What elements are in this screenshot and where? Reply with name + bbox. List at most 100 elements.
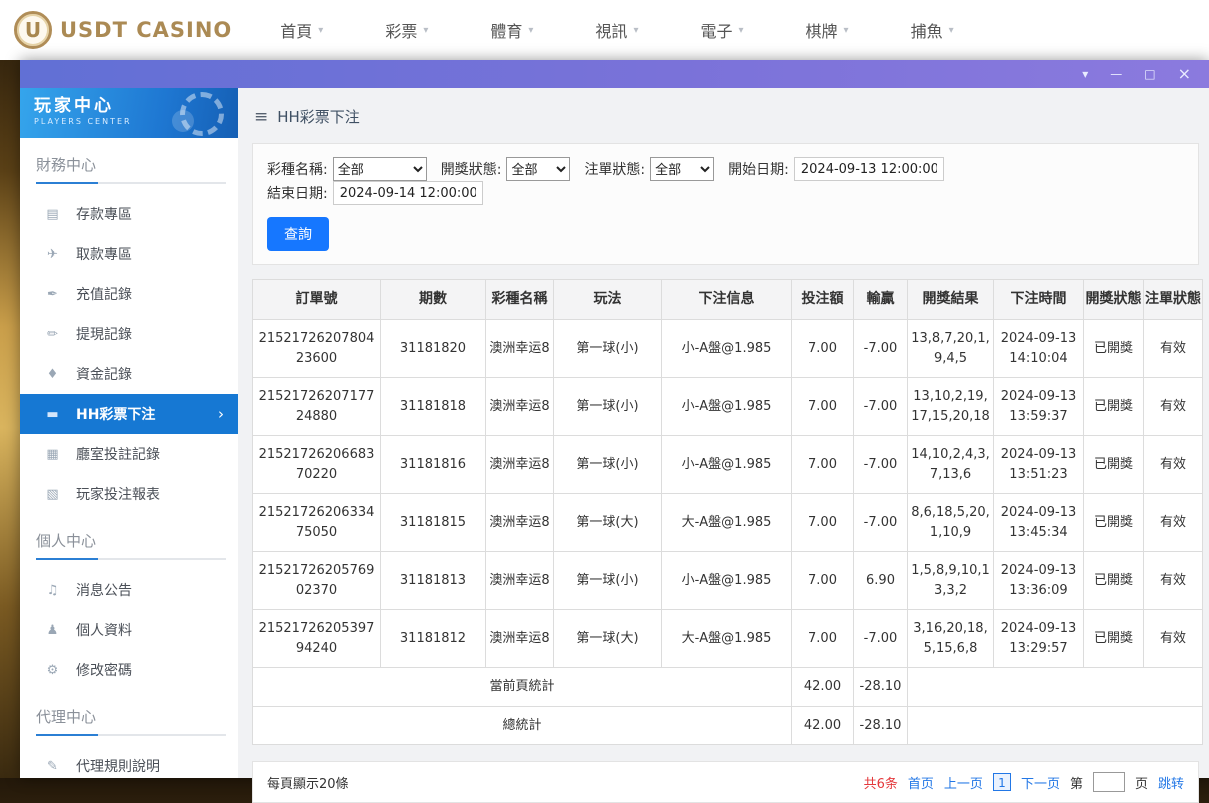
nav-item-home[interactable]: 首頁 ▾ [280,18,323,42]
main-content: ≡ HH彩票下注 彩種名稱: 全部 開獎狀態: 全部 [238,88,1209,778]
sidebar-item-room-bet-record[interactable]: ▦ 廳室投註記錄 [20,434,238,474]
lottery-name-select[interactable]: 全部 [333,157,427,181]
sidebar-item-label: 提現記錄 [76,324,132,344]
nav-item-fishing[interactable]: 捕魚 ▾ [911,18,954,42]
sidebar-item-label: 取款專區 [76,244,132,264]
nav-item-label: 彩票 [385,18,417,42]
summary-winloss-total: -28.10 [854,706,908,745]
lottery-name-label: 彩種名稱: [267,159,328,179]
withdraw-icon: ✈ [44,247,61,262]
sidebar-item-deposit[interactable]: ▤ 存款專區 [20,194,238,234]
sidebar-item-hh-lottery-bet[interactable]: ▬ HH彩票下注 › [20,394,238,434]
page-jump-input[interactable] [1093,772,1125,792]
chevron-down-icon: ▾ [738,25,743,36]
players-center-window: ▾ — □ × 玩家中心 PLAYERS CENTER 財務中心 ▤ 存款專區 … [20,60,1209,778]
sidebar-item-label: 充值記錄 [76,284,132,304]
sidebar-item-label: 玩家投注報表 [76,484,160,504]
table-cell: 澳洲幸运8 [486,378,554,436]
order-status-select[interactable]: 全部 [650,157,714,181]
table-cell: 2024-09-13 13:29:57 [994,610,1084,668]
table-cell: 2024-09-13 13:51:23 [994,436,1084,494]
sidebar-item-player-report[interactable]: ▧ 玩家投注報表 [20,474,238,514]
page-size-text: 每頁顯示20條 [267,773,349,792]
nav-item-label: 捕魚 [911,18,943,42]
notice-bell-icon: ♫ [44,583,61,598]
logo[interactable]: U USDT CASINO [0,11,232,49]
gear-icon: ⚙ [44,663,61,678]
sidebar-item-label: 代理規則說明 [76,756,160,776]
table-cell: 2024-09-13 14:10:04 [994,320,1084,378]
table-cell: 澳洲幸运8 [486,436,554,494]
table-cell: 小-A盤@1.985 [662,320,792,378]
table-cell: 3,16,20,18,5,15,6,8 [908,610,994,668]
table-cell: 第一球(小) [554,552,662,610]
jump-link[interactable]: 跳转 [1158,773,1184,792]
start-date-input[interactable] [794,157,944,181]
table-row: 215217262053979424031181812澳洲幸运8第一球(大)大-… [253,610,1203,668]
sidebar-item-change-password[interactable]: ⚙ 修改密碼 [20,650,238,690]
close-icon[interactable]: × [1178,66,1191,82]
sidebar-item-label: HH彩票下注 [76,404,155,424]
sidebar-item-withdraw[interactable]: ✈ 取款專區 [20,234,238,274]
nav-item-label: 首頁 [280,18,312,42]
sidebar-item-recharge-record[interactable]: ✒ 充值記錄 [20,274,238,314]
minimize-icon[interactable]: — [1110,68,1122,80]
table-cell: -7.00 [854,610,908,668]
sidebar-item-withdrawal-record[interactable]: ✏ 提現記錄 [20,314,238,354]
nav-item-sports[interactable]: 體育 ▾ [490,18,533,42]
prev-page-link[interactable]: 上一页 [944,773,983,792]
chevron-down-icon: ▾ [949,25,954,36]
draw-status-label: 開獎狀態: [441,159,502,179]
nav-item-lottery[interactable]: 彩票 ▾ [385,18,428,42]
summary-winloss-total: -28.10 [854,668,908,707]
sidebar-item-label: 廳室投註記錄 [76,444,160,464]
table-cell: 已開獎 [1084,320,1144,378]
chevron-down-icon: ▾ [318,25,323,36]
column-header-order-no: 訂單號 [253,280,381,320]
nav-item-video[interactable]: 視訊 ▾ [595,18,638,42]
table-cell: 小-A盤@1.985 [662,378,792,436]
menu-toggle-icon[interactable]: ≡ [254,107,268,127]
collapse-icon[interactable]: ▾ [1082,68,1088,80]
nav-item-electronic[interactable]: 電子 ▾ [700,18,743,42]
current-page-button[interactable]: 1 [993,773,1011,791]
table-cell: 6.90 [854,552,908,610]
room-bet-record-icon: ▦ [44,447,61,462]
table-cell: 已開獎 [1084,436,1144,494]
column-header-bet-time: 下注時間 [994,280,1084,320]
table-cell: 2152172620668370220 [253,436,381,494]
end-date-input[interactable] [333,181,483,205]
search-button[interactable]: 查詢 [267,217,329,251]
jump-prefix-text: 第 [1070,773,1083,792]
table-cell: 有效 [1144,494,1203,552]
table-cell: 第一球(大) [554,610,662,668]
finance-menu: ▤ 存款專區 ✈ 取款專區 ✒ 充值記錄 ✏ 提現記錄 ♦ 資金記錄 [20,186,238,514]
table-cell: 2152172620539794240 [253,610,381,668]
table-cell: 31181812 [381,610,486,668]
table-cell: -7.00 [854,494,908,552]
table-cell: 第一球(大) [554,494,662,552]
nav-menu: 首頁 ▾ 彩票 ▾ 體育 ▾ 視訊 ▾ 電子 ▾ 棋牌 ▾ 捕魚 ▾ [280,18,953,42]
table-cell: 大-A盤@1.985 [662,610,792,668]
maximize-icon[interactable]: □ [1144,68,1155,80]
table-cell: 8,6,18,5,20,1,10,9 [908,494,994,552]
table-cell: 第一球(小) [554,378,662,436]
table-cell: 澳洲幸运8 [486,494,554,552]
column-header-period: 期數 [381,280,486,320]
nav-item-label: 棋牌 [806,18,838,42]
draw-status-select[interactable]: 全部 [506,157,570,181]
sidebar-item-notice[interactable]: ♫ 消息公告 [20,570,238,610]
lottery-bet-icon: ▬ [44,407,61,422]
nav-item-board-games[interactable]: 棋牌 ▾ [806,18,849,42]
column-header-lottery-name: 彩種名稱 [486,280,554,320]
table-cell: 2152172620717724880 [253,378,381,436]
next-page-link[interactable]: 下一页 [1021,773,1060,792]
table-cell: 有效 [1144,378,1203,436]
column-header-bet-amount: 投注額 [792,280,854,320]
sidebar-section-finance: 財務中心 [36,154,226,184]
sidebar-item-agent-rules[interactable]: ✎ 代理規則說明 [20,746,238,778]
sidebar-item-fund-record[interactable]: ♦ 資金記錄 [20,354,238,394]
table-cell: 第一球(小) [554,436,662,494]
first-page-link[interactable]: 首页 [908,773,934,792]
sidebar-item-profile[interactable]: ♟ 個人資料 [20,610,238,650]
